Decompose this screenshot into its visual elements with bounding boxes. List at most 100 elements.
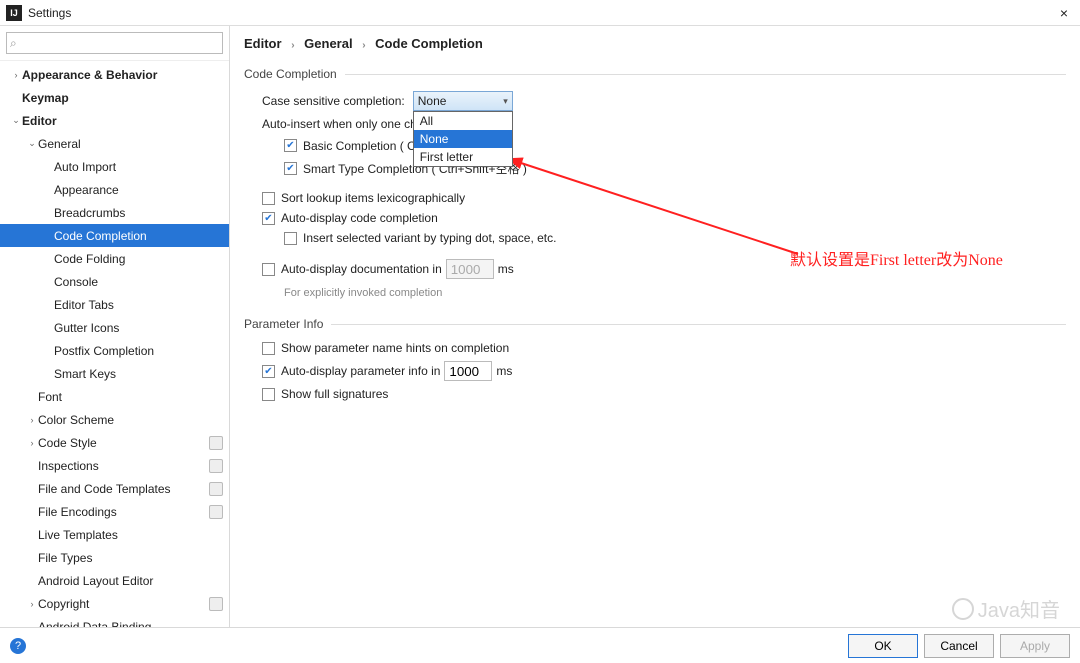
sort-lexicographically-checkbox[interactable] xyxy=(262,192,275,205)
insert-variant-checkbox[interactable] xyxy=(284,232,297,245)
tree-item-label: Font xyxy=(38,390,223,404)
tree-item-file-types[interactable]: File Types xyxy=(0,546,229,569)
section-parameter-info: Parameter Info xyxy=(244,317,1066,331)
dialog-footer: ? OK Cancel Apply xyxy=(0,627,1080,663)
tree-item-label: Android Layout Editor xyxy=(38,574,223,588)
help-icon[interactable]: ? xyxy=(10,638,26,654)
tree-item-smart-keys[interactable]: Smart Keys xyxy=(0,362,229,385)
tree-item-file-and-code-templates[interactable]: File and Code Templates xyxy=(0,477,229,500)
project-badge-icon xyxy=(209,597,223,611)
tree-item-label: Smart Keys xyxy=(54,367,223,381)
tree-item-appearance[interactable]: Appearance xyxy=(0,178,229,201)
auto-param-info-checkbox[interactable] xyxy=(262,365,275,378)
basic-completion-checkbox[interactable] xyxy=(284,139,297,152)
tree-item-auto-import[interactable]: Auto Import xyxy=(0,155,229,178)
crumb-code-completion: Code Completion xyxy=(375,36,483,51)
tree-item-label: Appearance xyxy=(54,183,223,197)
tree-item-label: Gutter Icons xyxy=(54,321,223,335)
tree-item-label: File Encodings xyxy=(38,505,205,519)
project-badge-icon xyxy=(209,505,223,519)
smart-type-checkbox[interactable] xyxy=(284,162,297,175)
show-full-signatures-label: Show full signatures xyxy=(281,387,388,401)
tree-item-label: File Types xyxy=(38,551,223,565)
ok-button[interactable]: OK xyxy=(848,634,918,658)
tree-item-live-templates[interactable]: Live Templates xyxy=(0,523,229,546)
tree-item-breadcrumbs[interactable]: Breadcrumbs xyxy=(0,201,229,224)
tree-item-label: Code Completion xyxy=(54,229,223,243)
tree-arrow-icon: › xyxy=(26,438,38,448)
search-input[interactable] xyxy=(6,32,223,54)
tree-item-code-folding[interactable]: Code Folding xyxy=(0,247,229,270)
section-code-completion: Code Completion xyxy=(244,67,1066,81)
settings-tree[interactable]: ›Appearance & BehaviorKeymap⌄Editor⌄Gene… xyxy=(0,61,229,627)
tree-item-file-encodings[interactable]: File Encodings xyxy=(0,500,229,523)
auto-display-completion-label: Auto-display code completion xyxy=(281,211,438,225)
tree-item-copyright[interactable]: ›Copyright xyxy=(0,592,229,615)
chevron-right-icon: › xyxy=(291,40,294,51)
tree-item-appearance-behavior[interactable]: ›Appearance & Behavior xyxy=(0,63,229,86)
tree-arrow-icon: ⌄ xyxy=(26,138,38,149)
tree-item-keymap[interactable]: Keymap xyxy=(0,86,229,109)
cancel-button[interactable]: Cancel xyxy=(924,634,994,658)
tree-item-label: Color Scheme xyxy=(38,413,223,427)
tree-item-android-layout-editor[interactable]: Android Layout Editor xyxy=(0,569,229,592)
app-logo: IJ xyxy=(6,5,22,21)
option-all[interactable]: All xyxy=(414,112,512,130)
tree-arrow-icon: › xyxy=(26,415,38,425)
option-first-letter[interactable]: First letter xyxy=(414,148,512,166)
main-panel: Editor › General › Code Completion Code … xyxy=(230,26,1080,627)
tree-item-console[interactable]: Console xyxy=(0,270,229,293)
case-sensitive-dropdown[interactable]: All None First letter xyxy=(413,111,513,167)
case-sensitive-label: Case sensitive completion: xyxy=(262,94,405,108)
tree-arrow-icon: ⌄ xyxy=(10,115,22,126)
auto-display-doc-ms-input xyxy=(446,259,494,279)
tree-item-editor[interactable]: ⌄Editor xyxy=(0,109,229,132)
project-badge-icon xyxy=(209,459,223,473)
chevron-right-icon: › xyxy=(362,40,365,51)
tree-item-label: Editor xyxy=(22,114,223,128)
tree-item-inspections[interactable]: Inspections xyxy=(0,454,229,477)
close-icon[interactable]: × xyxy=(1054,5,1074,21)
tree-item-label: Inspections xyxy=(38,459,205,473)
apply-button[interactable]: Apply xyxy=(1000,634,1070,658)
crumb-editor[interactable]: Editor xyxy=(244,36,282,51)
tree-item-label: Code Style xyxy=(38,436,205,450)
case-sensitive-select[interactable]: None▾ xyxy=(413,91,513,111)
tree-item-label: Android Data Binding xyxy=(38,620,223,628)
search-icon: ⌕ xyxy=(10,36,17,51)
tree-item-label: Postfix Completion xyxy=(54,344,223,358)
option-none[interactable]: None xyxy=(414,130,512,148)
param-hints-checkbox[interactable] xyxy=(262,342,275,355)
show-full-signatures-checkbox[interactable] xyxy=(262,388,275,401)
tree-item-label: Breadcrumbs xyxy=(54,206,223,220)
tree-item-android-data-binding[interactable]: Android Data Binding xyxy=(0,615,229,627)
window-title: Settings xyxy=(28,6,1054,20)
auto-display-doc-checkbox[interactable] xyxy=(262,263,275,276)
tree-item-label: Appearance & Behavior xyxy=(22,68,223,82)
tree-item-label: General xyxy=(38,137,223,151)
auto-display-doc-hint: For explicitly invoked completion xyxy=(284,287,442,299)
tree-arrow-icon: › xyxy=(26,599,38,609)
tree-item-label: Live Templates xyxy=(38,528,223,542)
tree-item-code-completion[interactable]: Code Completion xyxy=(0,224,229,247)
tree-item-label: Copyright xyxy=(38,597,205,611)
tree-item-color-scheme[interactable]: ›Color Scheme xyxy=(0,408,229,431)
tree-item-code-style[interactable]: ›Code Style xyxy=(0,431,229,454)
tree-item-label: Code Folding xyxy=(54,252,223,266)
sort-lexicographically-label: Sort lookup items lexicographically xyxy=(281,191,465,205)
tree-item-label: Console xyxy=(54,275,223,289)
tree-item-editor-tabs[interactable]: Editor Tabs xyxy=(0,293,229,316)
sidebar: ⌕ ›Appearance & BehaviorKeymap⌄Editor⌄Ge… xyxy=(0,26,230,627)
tree-item-label: File and Code Templates xyxy=(38,482,205,496)
crumb-general[interactable]: General xyxy=(304,36,352,51)
param-hints-label: Show parameter name hints on completion xyxy=(281,341,509,355)
auto-display-completion-checkbox[interactable] xyxy=(262,212,275,225)
tree-item-gutter-icons[interactable]: Gutter Icons xyxy=(0,316,229,339)
chevron-down-icon: ▾ xyxy=(503,96,508,107)
tree-item-postfix-completion[interactable]: Postfix Completion xyxy=(0,339,229,362)
tree-item-label: Auto Import xyxy=(54,160,223,174)
auto-param-info-ms-input[interactable] xyxy=(444,361,492,381)
project-badge-icon xyxy=(209,436,223,450)
tree-item-general[interactable]: ⌄General xyxy=(0,132,229,155)
tree-item-font[interactable]: Font xyxy=(0,385,229,408)
